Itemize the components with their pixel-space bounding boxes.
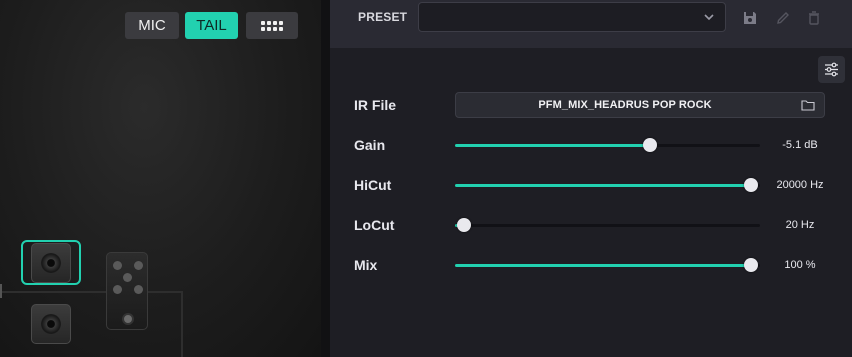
hicut-label: HiCut xyxy=(354,177,392,193)
slider-thumb[interactable] xyxy=(743,258,758,272)
slider-fill xyxy=(455,264,751,267)
preset-bar: PRESET xyxy=(330,0,852,48)
chevron-down-icon xyxy=(704,14,714,21)
ir-cabinet-block[interactable] xyxy=(31,243,71,283)
slider-thumb[interactable] xyxy=(743,178,758,192)
trash-icon xyxy=(809,11,819,25)
grid-view-button[interactable] xyxy=(246,12,298,39)
pencil-icon xyxy=(777,12,789,24)
gain-value: -5.1 dB xyxy=(782,139,818,151)
cabinet-block[interactable] xyxy=(31,304,71,344)
signal-chain-canvas[interactable]: MIC TAIL xyxy=(0,0,321,357)
ir-file-name: PFM_MIX_HEADRUS POP ROCK xyxy=(538,99,712,111)
ir-settings-panel: PRESET IR File PFM_MIX_HEADRUS POP ROCK … xyxy=(330,0,852,357)
mix-value: 100 % xyxy=(784,259,816,271)
chain-connector xyxy=(0,284,2,298)
hicut-value: 20000 Hz xyxy=(776,179,824,191)
edit-preset-button[interactable] xyxy=(773,8,793,28)
folder-icon[interactable] xyxy=(801,99,815,111)
chain-connector xyxy=(0,291,183,293)
save-icon xyxy=(744,12,756,24)
locut-slider[interactable] xyxy=(455,217,760,233)
preset-label: PRESET xyxy=(358,10,408,24)
hicut-slider[interactable] xyxy=(455,177,760,193)
tail-mode-button[interactable]: TAIL xyxy=(185,12,238,39)
panel-divider xyxy=(321,0,330,357)
speaker-icon xyxy=(41,314,61,334)
chain-connector xyxy=(181,291,183,357)
mix-slider[interactable] xyxy=(455,257,760,273)
save-preset-button[interactable] xyxy=(740,8,760,28)
ir-file-selector[interactable]: PFM_MIX_HEADRUS POP ROCK xyxy=(455,92,825,118)
locut-value: 20 Hz xyxy=(785,219,815,231)
locut-label: LoCut xyxy=(354,217,395,233)
sliders-icon xyxy=(825,62,838,77)
mic-mode-button[interactable]: MIC xyxy=(125,12,179,39)
preset-dropdown[interactable] xyxy=(418,2,726,32)
slider-thumb[interactable] xyxy=(643,138,658,152)
grid-icon xyxy=(261,20,283,31)
footswitch-icon xyxy=(122,313,134,325)
slider-thumb[interactable] xyxy=(457,218,472,232)
gain-label: Gain xyxy=(354,137,386,153)
slider-fill xyxy=(455,144,651,147)
delete-preset-button[interactable] xyxy=(804,8,824,28)
mix-label: Mix xyxy=(354,257,378,273)
ir-file-label: IR File xyxy=(354,97,397,113)
speaker-icon xyxy=(41,253,61,273)
advanced-settings-button[interactable] xyxy=(818,56,845,83)
pedal-block[interactable] xyxy=(106,252,148,330)
gain-slider[interactable] xyxy=(455,137,760,153)
slider-fill xyxy=(455,184,751,187)
